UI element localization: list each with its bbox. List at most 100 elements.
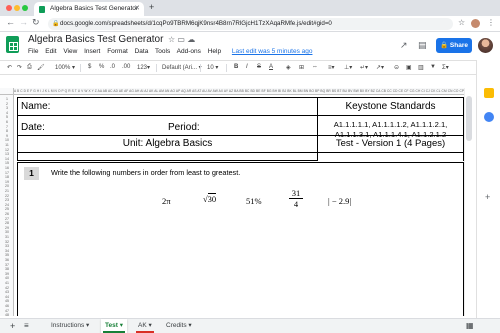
activity-icon[interactable]: ↗ (400, 40, 408, 51)
menu-edit[interactable]: Edit (45, 48, 56, 55)
row-number[interactable]: 23 (0, 198, 14, 202)
row-number[interactable]: 37 (0, 263, 14, 267)
insert-link-icon[interactable]: ⊝ (394, 64, 399, 71)
paint-format-icon[interactable]: 🖌 (37, 64, 45, 71)
horizontal-align-icon[interactable]: ≡▾ (328, 64, 335, 71)
text-wrap-icon[interactable]: ↵▾ (360, 64, 368, 71)
row-number[interactable]: 1 (0, 97, 14, 101)
italic-button[interactable]: I (246, 64, 248, 70)
percent-button[interactable]: % (99, 64, 104, 70)
new-tab-button[interactable]: + (149, 2, 154, 12)
all-sheets-icon[interactable]: ≡ (20, 319, 33, 333)
url-input[interactable]: 🔒 docs.google.com/spreadsheets/d/1cqPo9T… (48, 18, 453, 30)
filter-icon[interactable]: ▼ (430, 64, 436, 70)
row-number[interactable]: 26 (0, 212, 14, 216)
text-color-button[interactable]: A (269, 64, 273, 70)
redo-icon[interactable]: ↷ (17, 64, 22, 71)
last-edit-link[interactable]: Last edit was 5 minutes ago (232, 48, 313, 55)
row-number[interactable]: 2 (0, 102, 14, 106)
row-number[interactable]: 35 (0, 253, 14, 257)
sheet-tab-test[interactable]: Test ▾ (101, 319, 127, 333)
row-number[interactable]: 21 (0, 189, 14, 193)
name-cell[interactable]: Name: (17, 97, 318, 116)
scrollbar-thumb[interactable] (466, 96, 472, 141)
row-number[interactable]: 13 (0, 152, 14, 156)
get-addons-icon[interactable]: + (485, 192, 490, 202)
menu-file[interactable]: File (28, 48, 38, 55)
merge-cells-icon[interactable]: ⇔ (312, 64, 318, 70)
keep-icon[interactable] (484, 88, 494, 98)
row-number[interactable]: 31 (0, 235, 14, 239)
sheet-tab-instructions[interactable]: Instructions ▾ (47, 319, 93, 333)
row-number[interactable]: 7 (0, 125, 14, 129)
bold-button[interactable]: B (234, 64, 238, 70)
tasks-icon[interactable] (484, 112, 494, 122)
explore-icon[interactable]: ▦ (462, 319, 478, 333)
menu-help[interactable]: Help (208, 48, 221, 55)
menu-addons[interactable]: Add-ons (177, 48, 201, 55)
comments-icon[interactable]: ▤ (418, 40, 427, 51)
row-number[interactable]: 28 (0, 221, 14, 225)
row-number[interactable]: 48 (0, 313, 14, 317)
row-number[interactable]: 27 (0, 217, 14, 221)
sheets-logo-icon[interactable] (6, 36, 19, 53)
select-all-corner[interactable] (0, 88, 14, 95)
row-number[interactable]: 41 (0, 281, 14, 285)
row-number[interactable]: 15 (0, 161, 14, 165)
zoom-select[interactable]: 100% ▾ (55, 64, 75, 71)
row-number[interactable]: 47 (0, 309, 14, 313)
sheet-tab-ak[interactable]: AK ▾ (134, 319, 156, 333)
row-number[interactable]: 30 (0, 230, 14, 234)
decrease-decimal-button[interactable]: .0 (110, 64, 115, 70)
unit-cell[interactable]: Unit: Algebra Basics (17, 135, 318, 153)
row-number[interactable]: 22 (0, 194, 14, 198)
print-icon[interactable]: ⎙ (27, 64, 32, 71)
row-number[interactable]: 43 (0, 290, 14, 294)
row-number[interactable]: 36 (0, 258, 14, 262)
row-number[interactable]: 9 (0, 134, 14, 138)
text-rotate-icon[interactable]: ↗▾ (376, 64, 384, 71)
close-window-button[interactable] (6, 5, 12, 11)
row-number[interactable]: 44 (0, 295, 14, 299)
menu-data[interactable]: Data (135, 48, 149, 55)
number-format-select[interactable]: 123▾ (137, 64, 150, 71)
menu-insert[interactable]: Insert (84, 48, 100, 55)
row-number[interactable]: 38 (0, 267, 14, 271)
profile-avatar-icon[interactable] (471, 19, 480, 28)
row-number[interactable]: 40 (0, 276, 14, 280)
menu-view[interactable]: View (63, 48, 77, 55)
bookmark-star-icon[interactable]: ☆ (458, 18, 465, 27)
add-sheet-icon[interactable]: + (6, 319, 19, 333)
menu-format[interactable]: Format (107, 48, 128, 55)
browser-tab[interactable]: Algebra Basics Test Generator ✕ (34, 2, 144, 16)
strikethrough-button[interactable]: S (257, 64, 261, 70)
row-number[interactable]: 14 (0, 157, 14, 161)
row-number[interactable]: 3 (0, 106, 14, 110)
row-number[interactable]: 34 (0, 249, 14, 253)
insert-chart-icon[interactable]: ▥ (418, 64, 424, 71)
row-number[interactable]: 46 (0, 304, 14, 308)
row-number[interactable]: 11 (0, 143, 14, 147)
font-size-select[interactable]: 10 ▾ (207, 64, 218, 71)
row-number[interactable]: 33 (0, 244, 14, 248)
row-number[interactable]: 18 (0, 175, 14, 179)
row-number[interactable]: 25 (0, 207, 14, 211)
move-folder-icon[interactable]: ▭ (177, 35, 185, 44)
row-number[interactable]: 39 (0, 272, 14, 276)
row-number[interactable]: 45 (0, 299, 14, 303)
star-icon[interactable]: ☆ (168, 35, 175, 44)
undo-icon[interactable]: ↶ (7, 64, 12, 71)
row-headers[interactable]: 1 2 3 4 5 6 7 8 9 10 11 12 13 14 15 16 17 18 19 20 21 22 23 24 2… (0, 95, 14, 317)
reload-icon[interactable]: ↻ (32, 17, 40, 28)
row-number[interactable]: 12 (0, 148, 14, 152)
cloud-status-icon[interactable]: ☁ (187, 35, 195, 44)
standards-title-cell[interactable]: Keystone Standards (317, 97, 464, 116)
row-number[interactable]: 24 (0, 203, 14, 207)
row-number[interactable]: 29 (0, 226, 14, 230)
row-number[interactable]: 19 (0, 180, 14, 184)
maximize-window-button[interactable] (22, 5, 28, 11)
row-number[interactable]: 32 (0, 240, 14, 244)
functions-icon[interactable]: Σ▾ (442, 64, 449, 71)
increase-decimal-button[interactable]: .00 (122, 64, 130, 70)
share-button[interactable]: 🔒 Share (436, 38, 472, 53)
